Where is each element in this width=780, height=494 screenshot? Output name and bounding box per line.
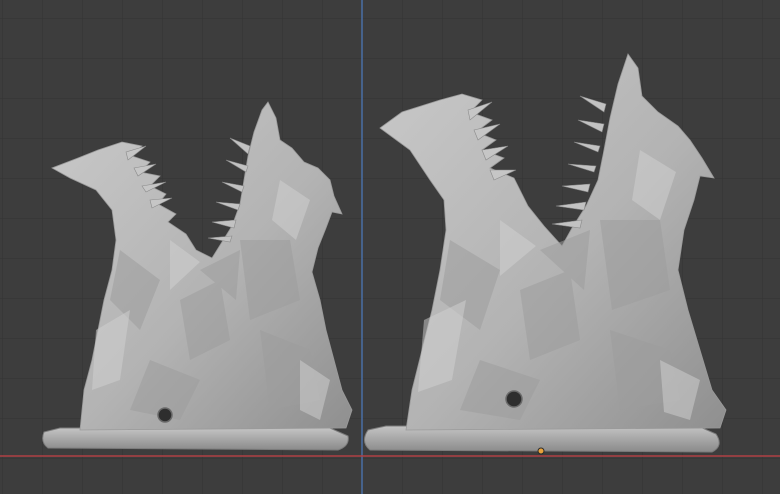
- 3d-viewport[interactable]: [0, 0, 780, 494]
- object-origin-dot[interactable]: [537, 447, 545, 455]
- mesh-left-base: [42, 427, 349, 451]
- mesh-right-mount-hole: [505, 390, 523, 408]
- mesh-left-mount-hole: [157, 407, 173, 423]
- viewport-canvas[interactable]: [0, 0, 780, 494]
